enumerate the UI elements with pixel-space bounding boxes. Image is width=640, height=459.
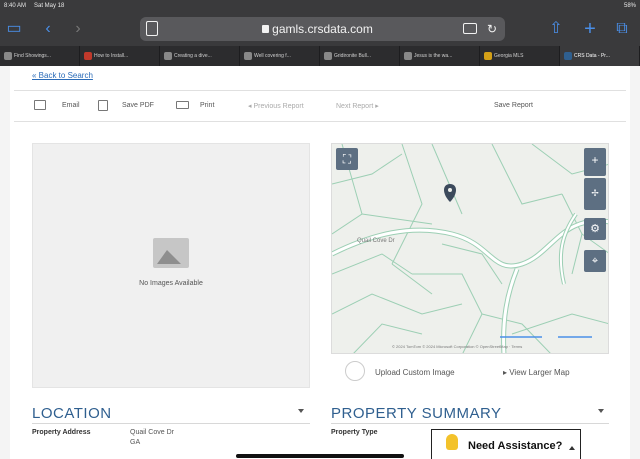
tab-5[interactable]: Gridironite Bull... xyxy=(320,46,400,66)
divider xyxy=(331,423,609,424)
tab-8-active[interactable]: CRS Data - Pr... xyxy=(560,46,640,66)
gear-icon[interactable]: ⚙ xyxy=(584,218,606,240)
chevron-down-icon[interactable] xyxy=(298,409,304,413)
back-arrow-icon[interactable]: ‹ xyxy=(38,19,58,39)
upload-image-icon[interactable] xyxy=(345,361,365,381)
home-indicator xyxy=(236,454,404,458)
lightbulb-icon xyxy=(446,434,458,450)
status-date: Sat May 18 xyxy=(34,3,65,9)
email-button[interactable]: Email xyxy=(62,102,80,109)
favicon-icon xyxy=(564,52,572,60)
favicon-icon xyxy=(324,52,332,60)
tab-1[interactable]: Find Showings... xyxy=(0,46,80,66)
favicon-icon xyxy=(84,52,92,60)
zoom-in-icon[interactable]: + xyxy=(584,148,606,176)
need-assistance-label[interactable]: Need Assistance? xyxy=(468,440,562,452)
new-tab-icon[interactable]: + xyxy=(580,19,600,39)
upload-custom-image-link[interactable]: Upload Custom Image xyxy=(375,368,455,377)
reload-icon[interactable]: ↻ xyxy=(487,22,497,36)
email-icon[interactable] xyxy=(34,100,46,110)
next-report-button[interactable]: Next Report ▸ xyxy=(336,102,379,110)
print-icon[interactable] xyxy=(176,101,189,109)
favicon-icon xyxy=(244,52,252,60)
forward-arrow-icon[interactable]: › xyxy=(68,19,88,39)
status-time: 8:40 AM xyxy=(4,3,27,9)
extension-icon[interactable] xyxy=(463,23,477,34)
favicon-icon xyxy=(164,52,172,60)
property-type-label: Property Type xyxy=(331,429,378,436)
road-label: Quail Cove Dr xyxy=(357,238,395,244)
map-footer: Upload Custom Image ▸ View Larger Map xyxy=(331,356,609,388)
sidebar-icon[interactable]: ▭ xyxy=(4,19,24,39)
divider xyxy=(32,423,310,424)
favicon-icon xyxy=(484,52,492,60)
property-summary-section-title[interactable]: PROPERTY SUMMARY xyxy=(331,405,502,422)
chevron-up-icon[interactable] xyxy=(569,446,575,450)
image-placeholder-icon xyxy=(153,238,189,268)
save-pdf-icon[interactable] xyxy=(98,100,108,111)
tab-bar: Find Showings... How to Install... Creat… xyxy=(0,46,640,66)
chevron-down-icon[interactable] xyxy=(598,409,604,413)
favicon-icon xyxy=(404,52,412,60)
save-pdf-button[interactable]: Save PDF xyxy=(122,102,154,109)
status-bar: 8:40 AM Sat May 18 58% xyxy=(0,0,640,12)
tab-2[interactable]: How to Install... xyxy=(80,46,160,66)
web-page: « Back to Search Email Save PDF Print ◂ … xyxy=(0,66,640,459)
report-action-bar: Email Save PDF Print ◂ Previous Report N… xyxy=(14,90,626,122)
property-map[interactable]: Quail Cove Dr ⛶ + ✢ ⚙ ⌖ © 2024 TomTom © … xyxy=(331,143,609,354)
tab-6[interactable]: Jesus is the wa... xyxy=(400,46,480,66)
back-to-search-link[interactable]: « Back to Search xyxy=(32,71,93,80)
previous-report-button[interactable]: ◂ Previous Report xyxy=(248,102,304,110)
address-bar[interactable]: gamls.crsdata.com ↻ xyxy=(140,17,505,41)
map-attribution: © 2024 TomTom © 2024 Microsoft Corporati… xyxy=(392,344,523,349)
tab-4[interactable]: Well covering f... xyxy=(240,46,320,66)
status-battery: 58% xyxy=(623,3,636,9)
tab-3[interactable]: Creating a dive... xyxy=(160,46,240,66)
locate-icon[interactable]: ⌖ xyxy=(584,250,606,272)
tab-overview-icon[interactable]: ⧉ xyxy=(612,19,632,39)
browser-toolbar: ▭ ‹ › gamls.crsdata.com ↻ ⇧ + ⧉ xyxy=(0,12,640,46)
favicon-icon xyxy=(4,52,12,60)
no-images-text: No Images Available xyxy=(139,280,203,287)
property-photo-panel: No Images Available xyxy=(32,143,310,388)
save-report-button[interactable]: Save Report xyxy=(494,102,533,109)
browser-window: 8:40 AM Sat May 18 58% ▭ ‹ › gamls.crsda… xyxy=(0,0,640,459)
tab-7[interactable]: Georgia MLS xyxy=(480,46,560,66)
location-section-title[interactable]: LOCATION xyxy=(32,405,112,422)
property-address-label: Property Address xyxy=(32,429,91,436)
view-larger-map-link[interactable]: ▸ View Larger Map xyxy=(503,368,570,377)
need-assistance-widget[interactable]: Need Assistance? xyxy=(431,429,581,459)
share-icon[interactable]: ⇧ xyxy=(546,19,566,39)
fullscreen-icon[interactable]: ⛶ xyxy=(336,148,358,170)
map-roads: Quail Cove Dr xyxy=(332,144,608,353)
url-text[interactable]: gamls.crsdata.com xyxy=(140,22,505,36)
print-button[interactable]: Print xyxy=(200,102,214,109)
address-line-1: Quail Cove Dr xyxy=(130,429,174,436)
compass-icon[interactable]: ✢ xyxy=(584,178,606,210)
address-line-2: GA xyxy=(130,439,141,446)
